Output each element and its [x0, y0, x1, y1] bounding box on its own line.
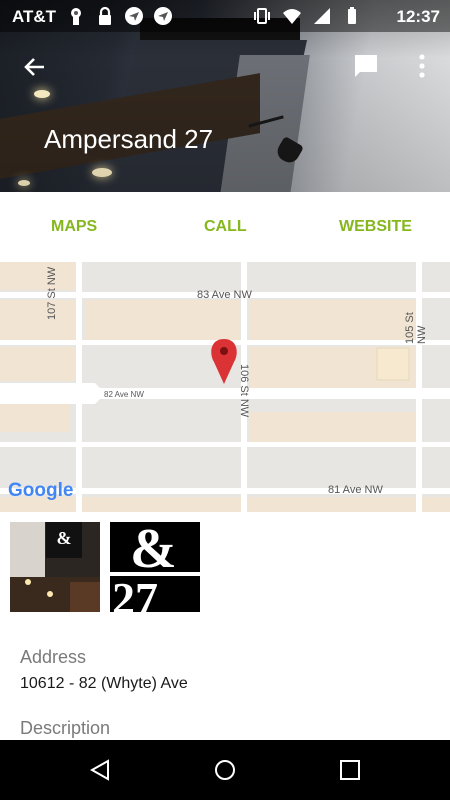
logo-thumbnail[interactable]: & 27 — [110, 522, 200, 612]
svg-text:27: 27 — [112, 573, 158, 612]
call-button[interactable]: CALL — [204, 218, 247, 236]
street-label: 106 St NW — [238, 364, 250, 418]
battery-icon — [342, 6, 362, 26]
more-vert-icon[interactable] — [410, 52, 434, 80]
description-label: Description — [20, 718, 111, 738]
keyhole-icon — [66, 6, 86, 26]
nav-bar — [0, 740, 450, 800]
status-clock: 12:37 — [396, 7, 440, 26]
map-view[interactable]: 83 Ave NW 82 Ave NW 81 Ave NW 107 St NW … — [0, 262, 450, 512]
page-title: Ampersand 27 — [44, 124, 214, 154]
status-bar: AT&T 12:37 — [0, 0, 450, 32]
wifi-icon — [282, 6, 302, 26]
nav-home-icon[interactable] — [213, 758, 237, 782]
arrow-back-icon[interactable] — [20, 52, 50, 82]
photo-thumbnail[interactable]: & — [10, 522, 100, 612]
nav-recents-icon[interactable] — [338, 758, 362, 782]
svg-text:&: & — [130, 522, 177, 580]
website-button[interactable]: WEBSITE — [339, 218, 412, 236]
street-label: 81 Ave NW — [328, 484, 383, 496]
maps-button[interactable]: MAPS — [51, 218, 97, 236]
send-icon — [124, 6, 144, 26]
chat-icon[interactable] — [352, 52, 380, 80]
carrier-label: AT&T — [12, 7, 57, 26]
nav-back-icon[interactable] — [88, 758, 112, 782]
google-logo: Google — [8, 480, 74, 501]
address-value: 10612 - 82 (Whyte) Ave — [20, 675, 188, 692]
street-label: 107 St NW — [46, 266, 58, 320]
street-label: 83 Ave NW — [197, 289, 252, 301]
street-label: 82 Ave NW — [104, 390, 144, 399]
action-bar: MAPS CALL WEBSITE — [0, 192, 450, 262]
vibrate-icon — [252, 6, 272, 26]
street-label: 105 St NW — [404, 312, 428, 344]
signal-icon — [312, 6, 332, 26]
send-icon — [153, 6, 173, 26]
lock-icon — [95, 6, 115, 26]
svg-text:&: & — [57, 528, 72, 548]
address-label: Address — [20, 647, 87, 667]
